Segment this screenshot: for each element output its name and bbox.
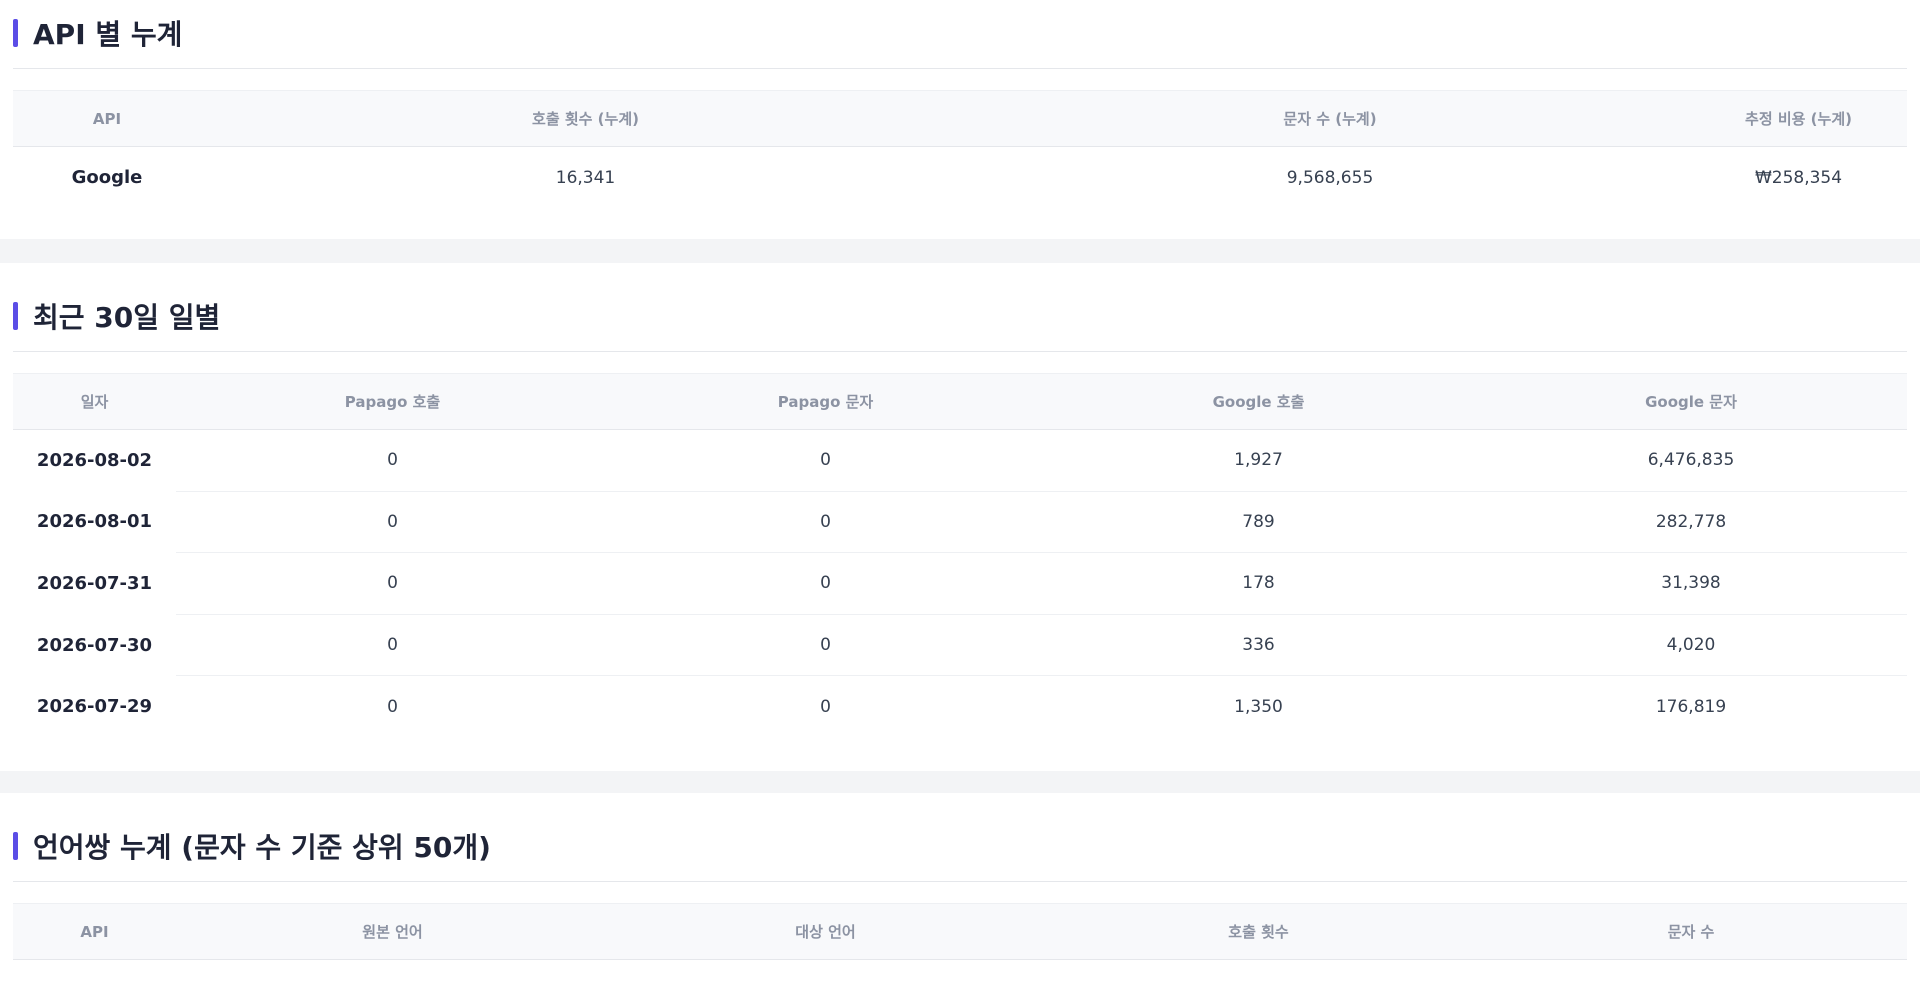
- date-cell: 2026-08-02: [36, 450, 153, 472]
- date-cell: 2026-07-31: [36, 572, 153, 594]
- papago-calls-cell: 0: [387, 450, 398, 471]
- column-header: Google 호출: [1212, 393, 1305, 411]
- column-header: 문자 수 (누계): [1283, 110, 1377, 128]
- table-header-row: API 호출 횟수 (누계) 문자 수 (누계) 추정 비용 (누계): [13, 90, 1907, 147]
- google-calls-cell: 178: [1042, 552, 1475, 615]
- table-header-row: 일자 Papago 호출 Papago 문자 Google 호출 Google …: [13, 373, 1907, 430]
- column-header: 호출 횟수 (누계): [532, 110, 639, 128]
- column-header: API: [80, 922, 109, 941]
- column-header: 대상 언어: [795, 923, 856, 941]
- papago-chars-cell: 0: [609, 675, 1042, 738]
- google-calls-cell: 789: [1042, 490, 1475, 553]
- column-header: 추정 비용 (누계): [1745, 110, 1852, 128]
- column-header: 원본 언어: [362, 923, 423, 941]
- papago-calls-cell: 0: [176, 490, 609, 553]
- api-summary-title: API 별 누계: [13, 13, 182, 53]
- calls-cell: 16,341: [555, 167, 616, 188]
- table-row: 2026-07-31 0 0 178 31,398: [13, 552, 1907, 615]
- table-row: 2026-08-02 0 0 1,927 6,476,835: [13, 430, 1907, 492]
- date-cell: 2026-07-30: [36, 634, 153, 656]
- google-calls-cell: 1,350: [1042, 675, 1475, 738]
- papago-calls-cell: 0: [176, 613, 609, 676]
- table-row: 2026-07-29 0 0 1,350 176,819: [13, 675, 1907, 738]
- daily-stats-card: 최근 30일 일별 일자 Papago 호출 Papago 문자 Google …: [0, 263, 1920, 771]
- column-header: 문자 수: [1667, 923, 1715, 941]
- column-header: Papago 문자: [777, 393, 874, 411]
- section-divider: [13, 68, 1907, 69]
- column-header: Google 문자: [1645, 393, 1737, 411]
- google-chars-cell: 6,476,835: [1647, 450, 1735, 471]
- title-accent-bar: [13, 832, 18, 860]
- title-accent-bar: [13, 302, 18, 330]
- google-chars-cell: 282,778: [1475, 490, 1907, 553]
- table-row: 2026-07-30 0 0 336 4,020: [13, 613, 1907, 676]
- table-header-row: API 원본 언어 대상 언어 호출 횟수 문자 수: [13, 903, 1907, 960]
- google-chars-cell: 176,819: [1475, 675, 1907, 738]
- google-chars-cell: 4,020: [1475, 613, 1907, 676]
- google-calls-cell: 1,927: [1234, 450, 1283, 471]
- language-pair-card: 언어쌍 누계 (문자 수 기준 상위 50개) API 원본 언어 대상 언어 …: [0, 793, 1920, 986]
- language-pair-title: 언어쌍 누계 (문자 수 기준 상위 50개): [13, 826, 491, 866]
- daily-stats-table: 일자 Papago 호출 Papago 문자 Google 호출 Google …: [13, 373, 1907, 738]
- daily-stats-title: 최근 30일 일별: [13, 296, 220, 336]
- papago-chars-cell: 0: [609, 613, 1042, 676]
- section-divider: [13, 351, 1907, 352]
- column-header: API: [92, 109, 122, 128]
- chars-cell: 9,568,655: [1286, 167, 1374, 188]
- papago-chars-cell: 0: [820, 450, 831, 471]
- column-header: 호출 횟수: [1228, 923, 1289, 941]
- title-accent-bar: [13, 19, 18, 47]
- column-header: Papago 호출: [344, 393, 441, 411]
- papago-calls-cell: 0: [176, 675, 609, 738]
- papago-calls-cell: 0: [176, 552, 609, 615]
- api-summary-table: API 호출 횟수 (누계) 문자 수 (누계) 추정 비용 (누계) Goog…: [13, 90, 1907, 208]
- table-row: Google 16,341 9,568,655 ₩258,354: [13, 147, 1907, 209]
- section-divider: [13, 881, 1907, 882]
- papago-chars-cell: 0: [609, 490, 1042, 553]
- date-cell: 2026-08-01: [36, 511, 153, 533]
- table-row: 2026-08-01 0 0 789 282,778: [13, 490, 1907, 553]
- api-summary-card: API 별 누계 API 호출 횟수 (누계) 문자 수 (누계) 추정 비용 …: [0, 0, 1920, 239]
- google-calls-cell: 336: [1042, 613, 1475, 676]
- api-cell: Google: [71, 167, 143, 189]
- papago-chars-cell: 0: [609, 552, 1042, 615]
- google-chars-cell: 31,398: [1475, 552, 1907, 615]
- column-header: 일자: [80, 393, 109, 411]
- cost-cell: ₩258,354: [1754, 167, 1843, 188]
- language-pair-table: API 원본 언어 대상 언어 호출 횟수 문자 수: [13, 903, 1907, 960]
- date-cell: 2026-07-29: [36, 696, 153, 718]
